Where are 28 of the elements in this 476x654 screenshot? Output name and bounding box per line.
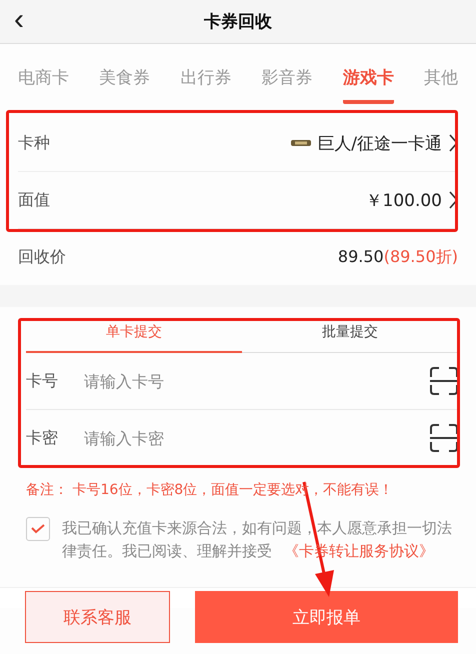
scan-icon (430, 424, 458, 452)
page-title: 卡券回收 (204, 11, 272, 33)
input-field[interactable]: 请输入卡密 (84, 426, 430, 450)
category-tab[interactable]: 电商卡 (18, 66, 69, 100)
field-label: 面值 (18, 190, 50, 210)
submit-button[interactable]: 立即报单 (195, 591, 458, 643)
scan-icon (430, 367, 458, 395)
price-label: 回收价 (18, 246, 66, 268)
field-label: 卡密 (26, 428, 59, 448)
checkbox[interactable] (26, 517, 50, 541)
field-label: 卡种 (18, 132, 50, 154)
category-tab[interactable]: 其他 (424, 66, 458, 100)
chevron-right-icon (448, 134, 458, 152)
input-field[interactable]: 请输入卡号 (84, 369, 430, 393)
category-tab[interactable]: 游戏卡 (342, 66, 394, 104)
chevron-right-icon (448, 191, 458, 209)
submit-tab[interactable]: 单卡提交 (26, 321, 242, 353)
field-value[interactable]: 巨人/征途一卡通 (317, 132, 442, 154)
submit-tab[interactable]: 批量提交 (242, 321, 458, 351)
category-tab[interactable]: 影音券 (262, 66, 313, 100)
price-value: 89.50(89.50折) (338, 246, 458, 268)
field-label: 卡号 (26, 370, 59, 392)
contact-button[interactable]: 联系客服 (25, 591, 170, 643)
check-icon (31, 524, 45, 534)
category-tab[interactable]: 美食券 (99, 66, 150, 100)
category-tab[interactable]: 出行券 (180, 66, 232, 100)
back-button[interactable]: ‹ (8, 4, 30, 36)
field-value[interactable]: ￥100.00 (366, 188, 442, 212)
